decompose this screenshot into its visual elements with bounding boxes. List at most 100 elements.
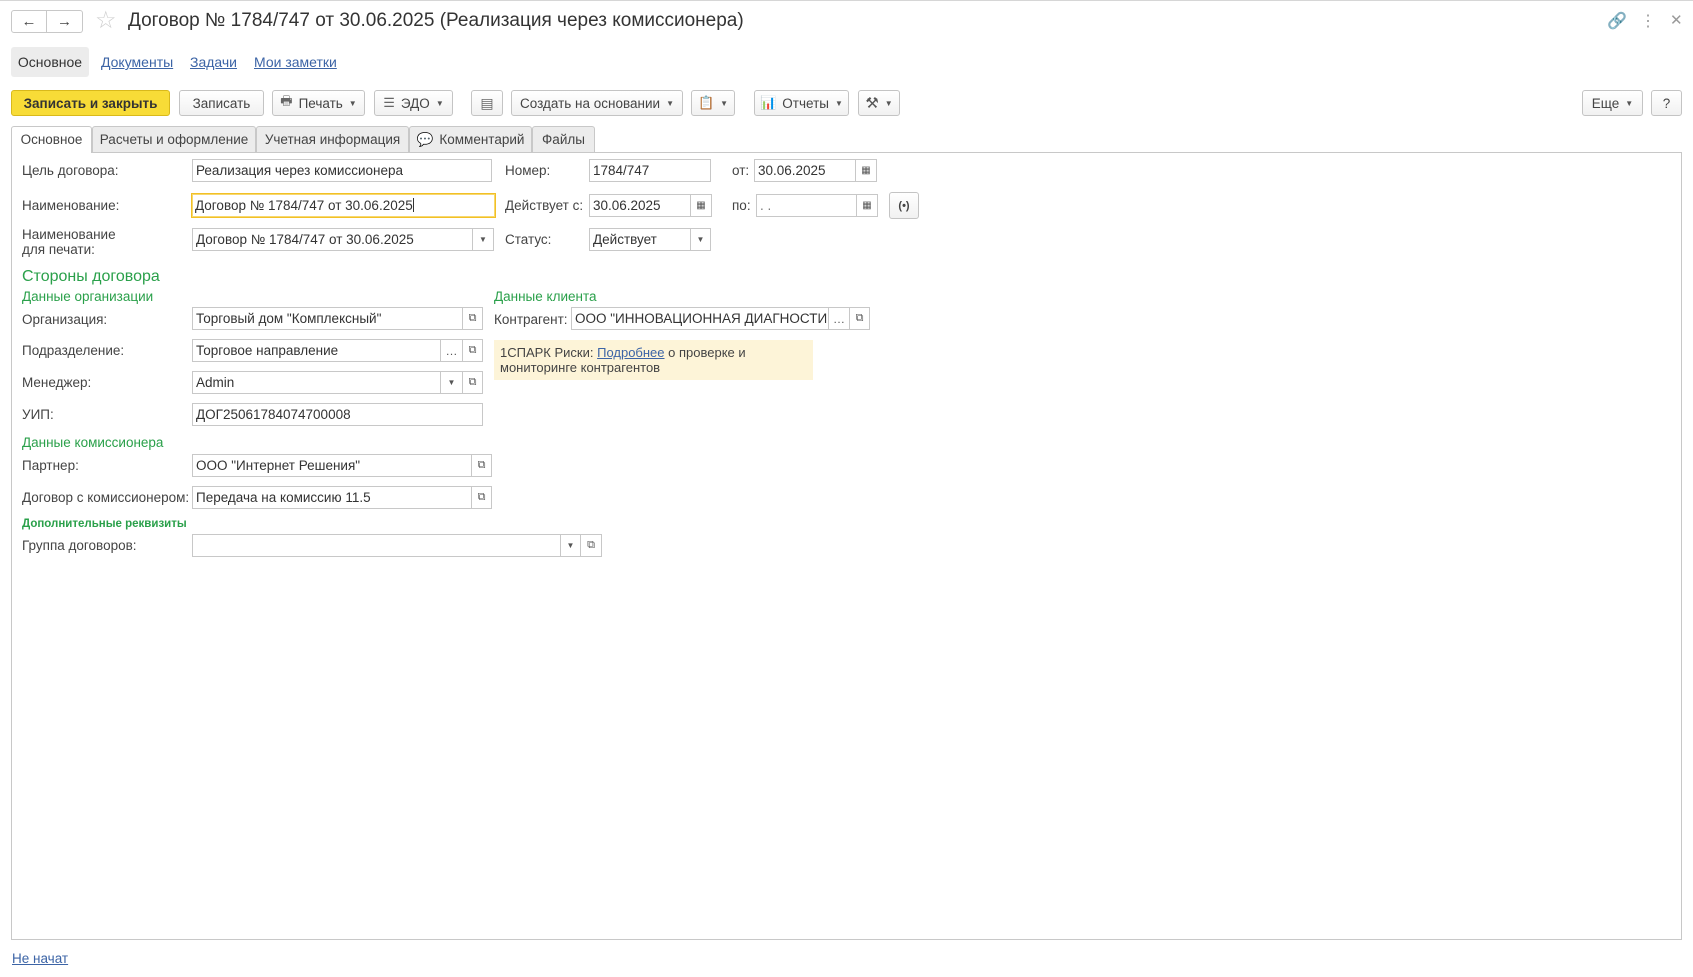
clipboard-icon: 📋 <box>697 95 715 110</box>
reports-label: Отчеты <box>782 95 829 111</box>
more-menu-icon[interactable]: ⋮ <box>1640 11 1656 31</box>
document-list-button[interactable]: ▤ <box>471 90 503 116</box>
contract-group-label: Группа договоров: <box>22 538 137 553</box>
manager-field[interactable]: Admin <box>192 371 441 394</box>
section-notes[interactable]: Мои заметки <box>254 47 337 77</box>
valid-from-field[interactable]: 30.06.2025 <box>589 194 691 217</box>
tab-accounting[interactable]: Учетная информация <box>256 126 409 152</box>
calendar-button[interactable]: ▦ <box>856 159 877 182</box>
open-contract-group-button[interactable]: ⧉ <box>581 534 602 557</box>
attach-button[interactable]: 📋 ▼ <box>691 90 735 116</box>
calendar-button[interactable]: ▦ <box>691 194 712 217</box>
open-partner-button[interactable]: ⧉ <box>472 454 492 477</box>
open-icon: ⧉ <box>587 539 595 551</box>
counterparty-field[interactable]: ООО "ИННОВАЦИОННАЯ ДИАГНОСТИКА" <box>571 307 829 330</box>
open-icon: ⧉ <box>855 312 864 324</box>
uip-field[interactable]: ДОГ25061784074700008 <box>192 403 483 426</box>
close-icon[interactable]: ✕ <box>1670 11 1683 29</box>
print-name-dropdown[interactable]: ▼ <box>473 228 494 251</box>
auto-extend-button[interactable]: (•) <box>889 192 919 219</box>
back-button[interactable]: ← <box>11 10 47 33</box>
chevron-down-icon: ▼ <box>1625 98 1634 108</box>
number-field[interactable]: 1784/747 <box>589 159 711 182</box>
save-button[interactable]: Записать <box>179 90 264 116</box>
print-name-label-line2: для печати: <box>22 242 95 257</box>
favorite-star-icon[interactable]: ☆ <box>95 8 117 34</box>
client-data-header: Данные клиента <box>494 289 597 304</box>
tab-files[interactable]: Файлы <box>532 126 595 152</box>
edo-button[interactable]: ☰ ЭДО ▼ <box>374 90 453 116</box>
valid-to-field[interactable]: . . <box>756 194 857 217</box>
tools-icon: ⚒ <box>865 95 879 112</box>
print-button[interactable]: 🖶 Печать ▼ <box>272 90 365 116</box>
open-icon: ⧉ <box>468 312 477 324</box>
open-counterparty-button[interactable]: ⧉ <box>850 307 870 330</box>
name-field[interactable]: Договор № 1784/747 от 30.06.2025 <box>191 193 496 218</box>
spark-suffix-2: мониторинге контрагентов <box>500 360 661 375</box>
open-icon: ⧉ <box>477 459 486 471</box>
chevron-down-icon: ▼ <box>348 98 357 108</box>
partner-field[interactable]: ООО "Интернет Решения" <box>192 454 472 477</box>
calendar-button[interactable]: ▦ <box>857 194 878 217</box>
chevron-down-icon: ▼ <box>666 98 674 108</box>
section-main[interactable]: Основное <box>11 47 89 77</box>
counterparty-label: Контрагент: <box>494 312 568 327</box>
print-name-label-line1: Наименование <box>22 227 116 242</box>
chevron-down-icon: ▼ <box>696 235 705 244</box>
from-date-field[interactable]: 30.06.2025 <box>754 159 856 182</box>
edo-icon: ☰ <box>383 95 395 110</box>
top-border <box>0 0 1693 1</box>
open-commission-contract-button[interactable]: ⧉ <box>472 486 492 509</box>
status-field[interactable]: Действует <box>589 228 691 251</box>
save-and-close-button[interactable]: Записать и закрыть <box>11 90 170 116</box>
create-based-on-button[interactable]: Создать на основании ▼ <box>511 90 683 116</box>
spark-details-link[interactable]: Подробнее <box>597 345 664 360</box>
contract-group-dropdown[interactable]: ▼ <box>561 534 581 557</box>
commission-header: Данные комиссионера <box>22 435 164 450</box>
chevron-down-icon: ▼ <box>834 98 843 108</box>
open-icon: ⧉ <box>477 491 486 503</box>
manager-label: Менеджер: <box>22 375 92 390</box>
number-label: Номер: <box>505 163 551 178</box>
chevron-down-icon: ▼ <box>884 98 893 108</box>
division-select-button[interactable]: … <box>441 339 463 362</box>
process-status-link[interactable]: Не начат <box>12 951 68 966</box>
commission-contract-label: Договор с комиссионером: <box>22 490 190 505</box>
status-dropdown[interactable]: ▼ <box>691 228 711 251</box>
commission-contract-field[interactable]: Передача на комиссию 11.5 <box>192 486 472 509</box>
tab-calculations[interactable]: Расчеты и оформление <box>92 126 256 152</box>
organization-label: Организация: <box>22 312 108 327</box>
manager-dropdown[interactable]: ▼ <box>441 371 463 394</box>
forward-button[interactable]: → <box>47 10 83 33</box>
more-button[interactable]: Еще ▼ <box>1582 90 1643 116</box>
open-division-button[interactable]: ⧉ <box>463 339 483 362</box>
open-manager-button[interactable]: ⧉ <box>463 371 483 394</box>
purpose-field[interactable]: Реализация через комиссионера <box>192 159 492 182</box>
create-based-label: Создать на основании <box>520 95 661 111</box>
counterparty-select-button[interactable]: … <box>829 307 850 330</box>
tab-comment[interactable]: 💬 Комментарий <box>409 126 532 152</box>
help-button[interactable]: ? <box>1651 90 1682 116</box>
chevron-down-icon: ▼ <box>479 235 487 244</box>
reports-button[interactable]: 📊 Отчеты ▼ <box>754 90 849 116</box>
open-icon: ⧉ <box>468 376 477 388</box>
contract-group-field[interactable] <box>192 534 561 557</box>
open-organization-button[interactable]: ⧉ <box>463 307 483 330</box>
organization-field[interactable]: Торговый дом "Комплексный" <box>192 307 463 330</box>
spark-risks-banner: 1СПАРК Риски: Подробнее о проверке и мони… <box>494 340 813 380</box>
from-date-label: от: <box>732 163 750 178</box>
division-field[interactable]: Торговое направление <box>192 339 441 362</box>
calendar-icon: ▦ <box>862 200 872 211</box>
section-documents[interactable]: Документы <box>101 47 173 77</box>
tab-main[interactable]: Основное <box>11 126 92 153</box>
arrow-right-icon: → <box>57 13 72 30</box>
chevron-down-icon: ▼ <box>447 378 456 387</box>
print-name-field[interactable]: Договор № 1784/747 от 30.06.2025 <box>192 228 473 251</box>
print-name-label: Наименование для печати: <box>22 227 116 257</box>
tools-button[interactable]: ⚒ ▼ <box>858 90 900 116</box>
name-label: Наименование: <box>22 198 120 213</box>
tab-comment-label: Комментарий <box>439 132 525 147</box>
section-tasks[interactable]: Задачи <box>190 47 237 77</box>
link-icon[interactable]: 🔗 <box>1607 11 1627 31</box>
ellipsis-icon: … <box>833 311 845 326</box>
